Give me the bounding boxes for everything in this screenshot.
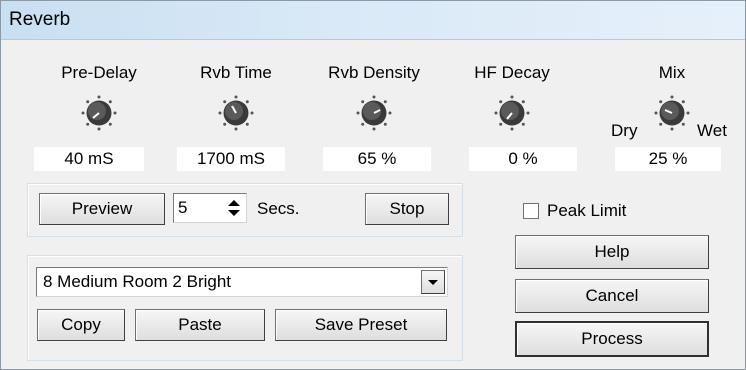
peak-limit-label[interactable]: Peak Limit — [547, 201, 626, 221]
seconds-unit-label: Secs. — [257, 199, 300, 218]
rotary-knob-icon — [356, 95, 392, 131]
reverb-dialog: Reverb Pre-Delay Rvb Time Rvb Density HF… — [0, 0, 746, 370]
pre-delay-label: Pre-Delay — [61, 63, 137, 82]
wet-label: Wet — [697, 121, 727, 140]
preset-dropdown[interactable]: 8 Medium Room 2 Bright — [36, 267, 448, 297]
rotary-knob-icon — [654, 95, 690, 131]
mix-knob[interactable] — [654, 95, 690, 131]
hf-decay-label: HF Decay — [474, 63, 550, 82]
pre-delay-value: 40 mS — [34, 147, 144, 171]
title-bar[interactable]: Reverb — [1, 1, 745, 40]
chevron-down-icon[interactable] — [421, 270, 445, 294]
peak-limit-checkbox[interactable] — [523, 203, 539, 219]
hf-decay-knob[interactable] — [494, 95, 530, 131]
rvb-density-knob[interactable] — [356, 95, 392, 131]
seconds-spinner[interactable]: 5 — [173, 193, 247, 223]
window-title: Reverb — [9, 9, 71, 30]
mix-value: 25 % — [615, 147, 721, 171]
rotary-knob-icon — [81, 95, 117, 131]
rvb-time-knob[interactable] — [218, 95, 254, 131]
hf-decay-value: 0 % — [469, 147, 577, 171]
rotary-knob-icon — [218, 95, 254, 131]
help-button[interactable]: Help — [515, 235, 709, 269]
dry-label: Dry — [611, 121, 638, 140]
seconds-value: 5 — [178, 198, 188, 217]
rotary-knob-icon — [494, 95, 530, 131]
save-preset-button[interactable]: Save Preset — [275, 309, 447, 341]
copy-button[interactable]: Copy — [37, 309, 125, 341]
rvb-time-label: Rvb Time — [200, 63, 272, 82]
cancel-button[interactable]: Cancel — [515, 279, 709, 313]
process-button[interactable]: Process — [515, 321, 709, 357]
pre-delay-knob[interactable] — [81, 95, 117, 131]
stop-button[interactable]: Stop — [365, 193, 449, 225]
rvb-time-value: 1700 mS — [177, 147, 285, 171]
up-down-arrows-icon[interactable] — [224, 196, 244, 220]
dialog-body: Pre-Delay Rvb Time Rvb Density HF Decay … — [7, 41, 739, 365]
preset-selected-value: 8 Medium Room 2 Bright — [43, 272, 232, 291]
preview-button[interactable]: Preview — [39, 193, 165, 225]
paste-button[interactable]: Paste — [135, 309, 265, 341]
rvb-density-value: 65 % — [323, 147, 431, 171]
mix-label: Mix — [658, 63, 686, 82]
rvb-density-label: Rvb Density — [328, 63, 420, 82]
